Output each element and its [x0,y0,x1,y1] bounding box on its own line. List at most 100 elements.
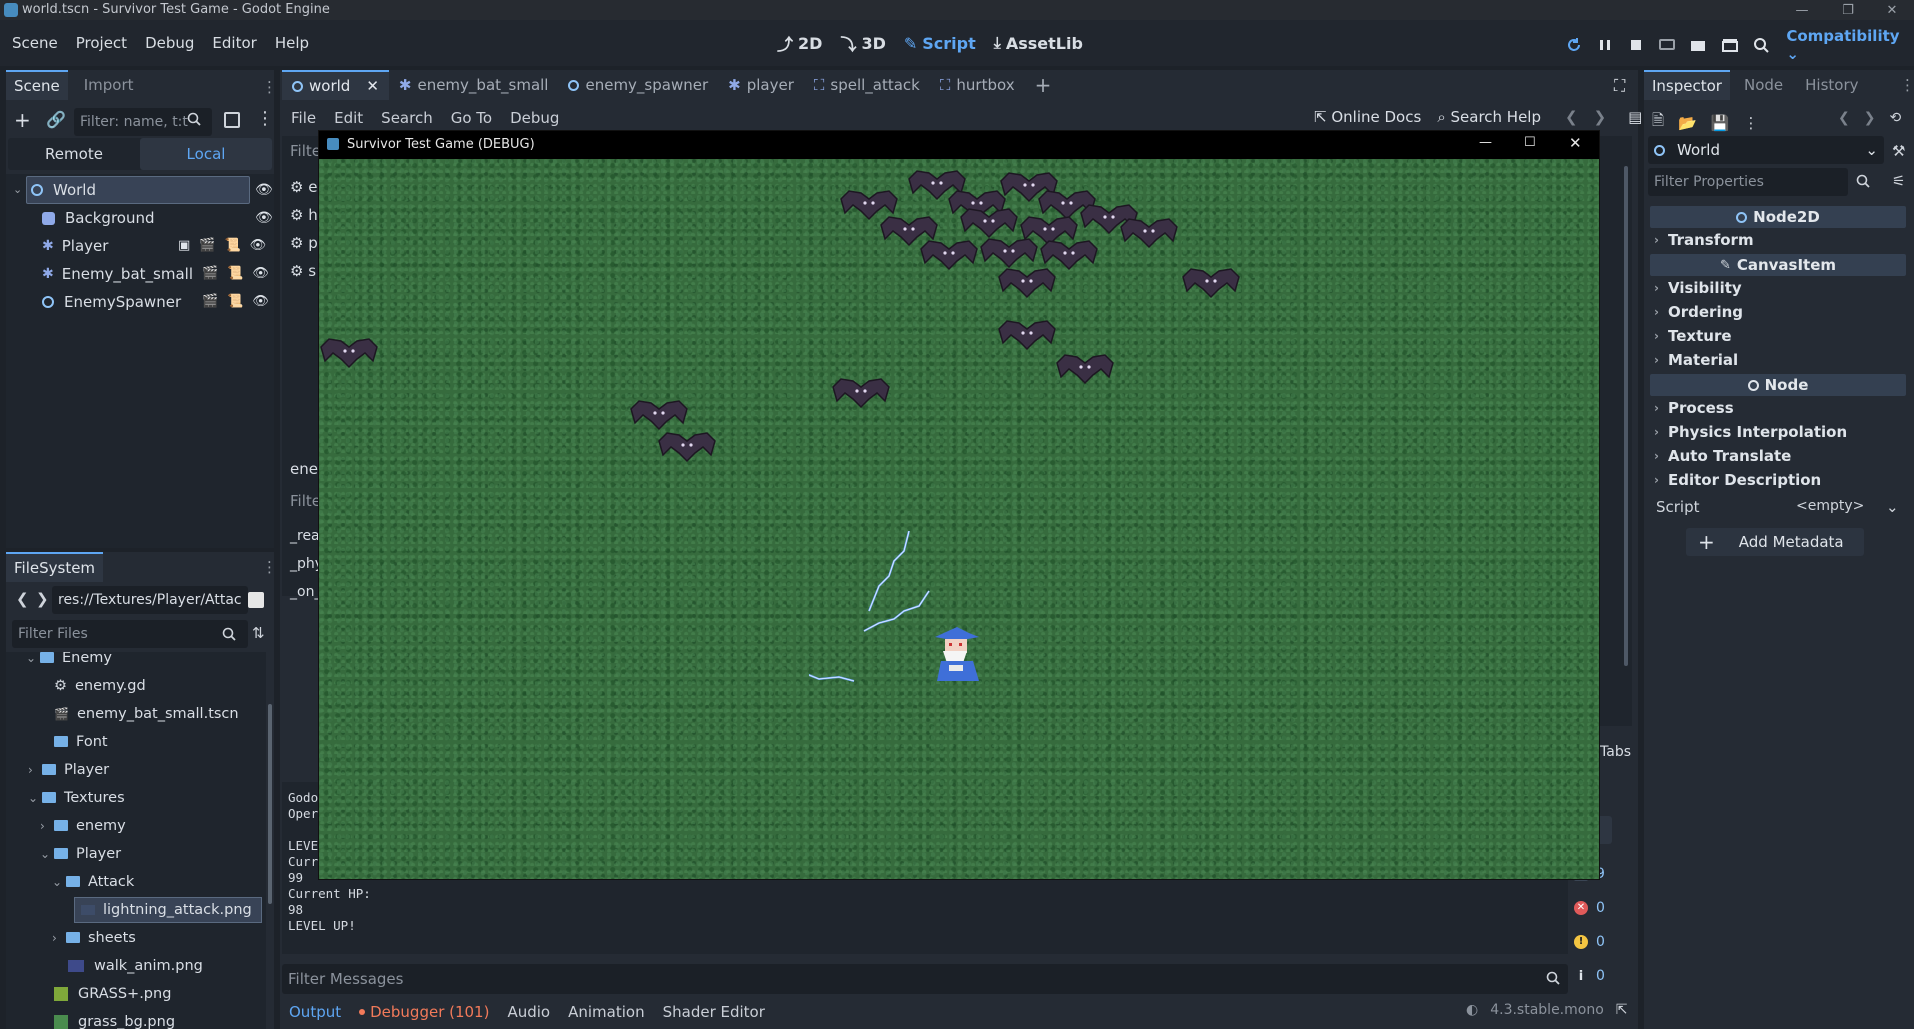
tab-enemy-bat-small[interactable]: ✱ enemy_bat_small [389,70,559,100]
fs-folder-font[interactable]: Font [40,730,108,753]
reload-icon[interactable] [1558,29,1589,61]
online-docs-link[interactable]: ⇱ Online Docs [1314,108,1421,126]
method-item[interactable]: _rea [290,528,320,544]
section-process[interactable]: › Process [1654,396,1734,420]
more-options-icon[interactable]: ⋮ [1743,114,1758,132]
open-scene-icon[interactable]: 🎬 [202,294,218,309]
visibility-eye-icon[interactable]: 👁 [255,210,273,226]
visibility-eye-icon[interactable]: 👁 [252,266,269,281]
code-scrollbar[interactable] [1624,166,1628,666]
tab-scene[interactable]: Scene [6,70,68,100]
remote-button[interactable]: Remote [8,145,140,163]
property-settings-icon[interactable]: ⚟ [1892,172,1905,190]
search-help-link[interactable]: ⌕ Search Help [1437,108,1541,126]
tab-enemy-spawner[interactable]: enemy_spawner [558,70,718,100]
section-physics-interpolation[interactable]: › Physics Interpolation [1654,420,1847,444]
filter-files-input[interactable]: Filter Files [12,620,248,648]
object-tools-icon[interactable]: ⚒ [1892,142,1905,160]
tree-node-enemyspawner[interactable]: EnemySpawner [42,288,181,316]
filter-properties-input[interactable]: Filter Properties [1648,168,1848,196]
object-history-icon[interactable]: ⟲ [1889,110,1901,126]
tab-debugger[interactable]: Debugger (101) [350,1003,498,1021]
visibility-eye-icon[interactable]: 👁 [252,294,269,309]
error-count-toggle[interactable]: ✕ 0 [1574,895,1605,921]
section-texture[interactable]: › Texture [1654,324,1732,348]
fs-file-enemy-bat-small[interactable]: 🎬 enemy_bat_small.tscn [54,702,239,725]
renderer-select[interactable]: Compatibility ⌄ [1786,27,1914,63]
script-list-item[interactable]: ⚙ h [290,206,318,224]
collapse-chevron-icon[interactable]: ⌄ [13,183,22,196]
add-metadata-button[interactable]: + Add Metadata [1686,528,1864,556]
fs-folder-textures-enemy[interactable]: › enemy [40,814,126,837]
tab-output[interactable]: Output [280,1003,350,1021]
sort-icon[interactable]: ⇅ [252,624,265,642]
section-auto-translate[interactable]: › Auto Translate [1654,444,1791,468]
menu-scene[interactable]: Scene [3,20,67,66]
dock-menu-icon[interactable]: ⋮ [262,78,277,96]
maximize-icon[interactable]: ☐ [1524,135,1536,150]
group-icon[interactable]: ▣ [178,238,190,253]
history-forward-icon[interactable]: ❯ [1864,110,1876,126]
script-list-item[interactable]: ⚙ s [290,262,316,280]
next-script-icon[interactable]: ❯ [1594,108,1607,126]
filesystem-scrollbar[interactable] [268,704,272,904]
fs-file-grass-plus[interactable]: GRASS+.png [54,982,171,1005]
fs-folder-enemy[interactable]: ⌄ Enemy [26,652,112,669]
chevron-down-icon[interactable]: ⌄ [1886,498,1899,516]
tree-node-background[interactable]: Background [42,204,155,232]
script-attached-icon[interactable]: 📜 [227,294,243,309]
tab-audio[interactable]: Audio [498,1003,559,1021]
script-menu-edit[interactable]: Edit [325,109,372,127]
history-back-icon[interactable]: ❮ [1838,110,1850,126]
info-count-toggle[interactable]: i0 [1574,963,1605,989]
tab-player[interactable]: ✱ player [718,70,804,100]
tab-spell-attack[interactable]: ⛶ spell_attack [804,70,930,100]
fs-folder-sheets[interactable]: › sheets [52,926,136,949]
save-icon[interactable]: 💾 [1711,114,1730,132]
expand-panel-icon[interactable]: ⇱ [1616,1002,1628,1018]
toggle-scripts-panel-icon[interactable]: ▤ [1628,108,1642,126]
script-property-value[interactable]: <empty> [1796,498,1864,514]
fs-file-grass-bg[interactable]: grass_bg.png [54,1010,175,1029]
open-folder-icon[interactable]: 📂 [1678,114,1697,132]
menu-project[interactable]: Project [67,20,136,66]
movie-icon[interactable] [1683,29,1714,61]
search-scene-icon[interactable] [1745,29,1776,61]
remote-debug-icon[interactable] [1652,29,1683,61]
path-input[interactable]: res://Textures/Player/Attac [52,586,248,614]
fs-file-lightning-attack[interactable]: lightning_attack.png [74,897,262,923]
script-menu-search[interactable]: Search [372,109,442,127]
game-debug-window[interactable]: Survivor Test Game (DEBUG) — ☐ ✕ [318,130,1600,880]
script-list-item[interactable]: ⚙ p [290,234,318,252]
visibility-eye-icon[interactable]: 👁 [250,238,267,253]
dock-menu-icon[interactable]: ⋮ [1900,76,1914,94]
script-list-item[interactable]: ⚙ e [290,178,317,196]
section-visibility[interactable]: › Visibility [1654,276,1742,300]
fs-folder-textures-player[interactable]: ⌄ Player [40,842,121,865]
distraction-free-icon[interactable]: ⛶ [1614,76,1625,96]
fs-folder-textures[interactable]: ⌄ Textures [28,786,125,809]
forward-icon[interactable]: ❯ [36,590,49,608]
workspace-2d-button[interactable]: ⤴ 2D [768,20,831,66]
visibility-eye-icon[interactable]: 👁 [255,182,273,198]
fs-file-enemy-gd[interactable]: ⚙ enemy.gd [54,674,146,697]
close-icon[interactable]: ✕ [1569,134,1582,152]
script-menu-goto[interactable]: Go To [442,109,501,127]
script-menu-file[interactable]: File [282,109,325,127]
minimize-icon[interactable]: — [1782,0,1822,20]
tab-shader-editor[interactable]: Shader Editor [654,1003,774,1021]
link-icon[interactable]: 🔗 [46,110,66,129]
workspace-assetlib-button[interactable]: ⤓ AssetLib [985,20,1092,66]
object-selector[interactable]: World ⌄ [1648,136,1884,164]
script-attached-icon[interactable]: 📜 [224,238,240,253]
warning-count-toggle[interactable]: ! 0 [1574,929,1605,955]
pause-icon[interactable] [1589,29,1620,61]
method-item[interactable]: _on_ [290,584,321,600]
tab-hurtbox[interactable]: ⛶ hurtbox [930,70,1025,100]
prev-script-icon[interactable]: ❮ [1565,108,1578,126]
close-tab-icon[interactable]: ✕ [366,77,379,95]
fs-file-walk-anim[interactable]: walk_anim.png [68,954,203,977]
menu-debug[interactable]: Debug [136,20,203,66]
clapper-icon[interactable] [1714,29,1745,61]
workspace-3d-button[interactable]: ⤵ 3D [831,20,894,66]
